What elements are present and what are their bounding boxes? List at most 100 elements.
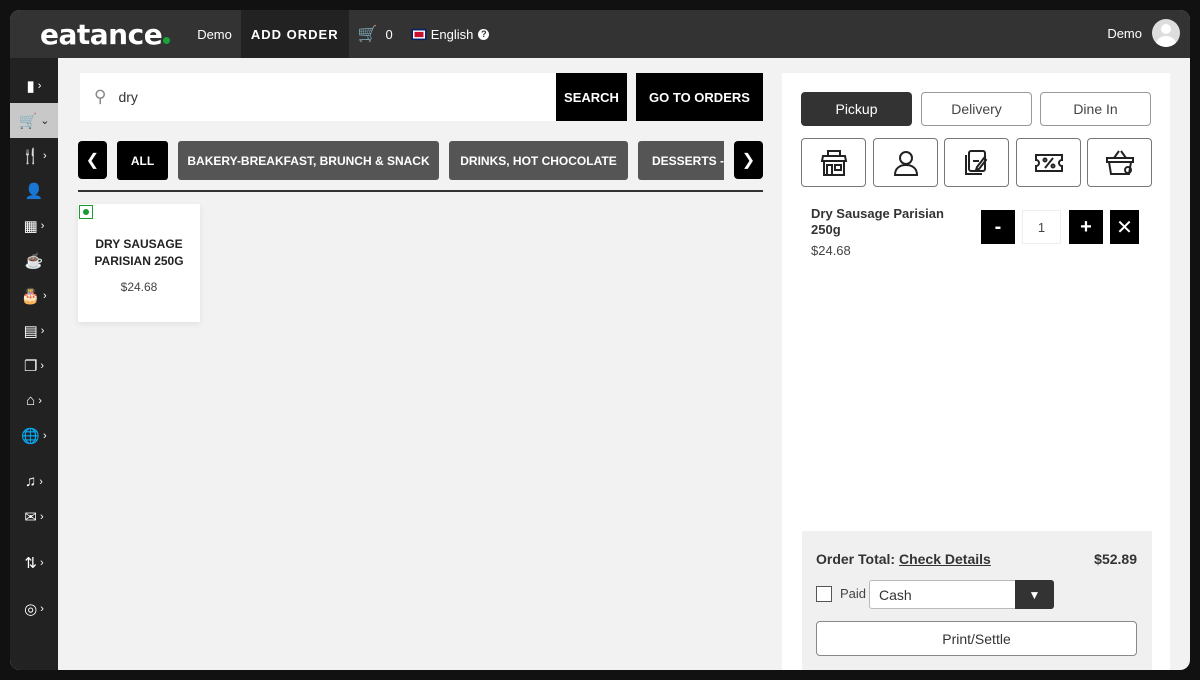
store-icon: ⌂ (26, 392, 36, 409)
support-icon: ◎ (24, 600, 38, 618)
chevron-left-icon: ❮ (85, 152, 100, 169)
payment-method-select[interactable]: Cash ▼ (869, 580, 1054, 609)
sidebar-item-utensils[interactable]: 🍴 › (10, 138, 58, 173)
chevron-right-icon: › (43, 429, 47, 442)
decrease-qty-button[interactable]: - (981, 210, 1015, 244)
sidebar-item-cart[interactable]: 🛒 ⌄ (10, 103, 58, 138)
chevron-right-icon: › (38, 394, 42, 407)
sidebar-item-calendar[interactable]: ▦ › (10, 208, 58, 243)
cart-icon: 🛒 (18, 112, 38, 130)
avatar (1152, 19, 1180, 47)
order-summary: Order Total: Check Details $52.89 Paid C… (802, 531, 1152, 670)
store-icon (820, 149, 847, 176)
category-drinks[interactable]: DRINKS, HOT CHOCOLATE (449, 141, 628, 180)
note-icon (964, 149, 987, 175)
product-price: $24.68 (120, 280, 158, 294)
go-to-orders-button[interactable]: GO TO ORDERS (636, 73, 763, 121)
mail-icon: ✉ (24, 508, 37, 526)
close-icon: ✕ (1116, 216, 1133, 239)
cart-icon: 🛒 (357, 26, 378, 43)
cart-item-name: Dry Sausage Parisian 250g (811, 206, 944, 237)
print-settle-button[interactable]: Print/Settle (816, 621, 1137, 656)
category-next-button[interactable]: ❯ (734, 141, 763, 179)
nav-demo[interactable]: Demo (188, 10, 241, 58)
sidebar-item-cup[interactable]: ☕ (10, 243, 58, 278)
chevron-right-icon: › (39, 510, 44, 523)
order-total-amount: $52.89 (1094, 551, 1137, 567)
category-bakery[interactable]: BAKERY-BREAKFAST, BRUNCH & SNACK (178, 141, 439, 180)
bar-chart-icon: ▮ (26, 77, 35, 95)
basket-button[interactable] (1087, 138, 1152, 187)
tab-pickup[interactable]: Pickup (801, 92, 912, 126)
chevron-right-icon: › (40, 359, 45, 372)
sidebar-item-store[interactable]: ⌂ › (10, 383, 58, 418)
cake-icon: 🎂 (21, 287, 40, 305)
chevron-right-icon: › (37, 79, 42, 92)
user-icon: 👤 (24, 182, 44, 200)
chevron-right-icon: › (43, 289, 47, 302)
chevron-right-icon: › (39, 475, 43, 488)
customer-button[interactable] (873, 138, 938, 187)
coupon-button[interactable] (1016, 138, 1081, 187)
sort-icon: ⇅ (24, 554, 37, 572)
sidebar-item-table[interactable]: ▤ › (10, 313, 58, 348)
paid-checkbox[interactable] (816, 586, 832, 602)
cup-icon: ☕ (24, 252, 44, 270)
quantity-input[interactable]: 1 (1022, 210, 1061, 244)
sidebar-item-media[interactable]: ♫ › (10, 464, 58, 499)
product-card[interactable]: DRY SAUSAGE PARISIAN 250G $24.68 (78, 204, 200, 322)
cart-button[interactable]: 🛒 0 (349, 10, 402, 58)
remove-item-button[interactable]: ✕ (1110, 210, 1139, 244)
sidebar: ▮ › 🛒 ⌄ 🍴 › 👤 ▦ › ☕ 🎂 › ▤ › ❐ › ⌂ › 🌐 › ♫ › ✉ › ⇅ › ◎ › (10, 58, 58, 670)
store-button[interactable] (801, 138, 866, 187)
category-desserts[interactable]: DESSERTS - (638, 141, 724, 180)
sidebar-item-sort[interactable]: ⇅ › (10, 545, 58, 580)
logo[interactable]: eatance (40, 18, 171, 51)
chevron-right-icon: › (40, 324, 45, 337)
check-details-link[interactable]: Check Details (899, 551, 991, 567)
sidebar-item-bar-chart[interactable]: ▮ › (10, 68, 58, 103)
user-menu[interactable]: Demo (1107, 19, 1180, 47)
increase-qty-button[interactable]: + (1069, 210, 1103, 244)
divider (78, 190, 763, 192)
media-icon: ♫ (25, 473, 37, 490)
calendar-icon: ▦ (23, 217, 38, 235)
cart-item-price: $24.68 (811, 243, 851, 258)
sidebar-item-support[interactable]: ◎ › (10, 591, 58, 626)
chevron-down-icon[interactable]: ▼ (1015, 580, 1054, 609)
category-prev-button[interactable]: ❮ (78, 141, 107, 179)
sidebar-item-globe[interactable]: 🌐 › (10, 418, 58, 453)
veg-indicator-icon (79, 205, 93, 219)
category-all[interactable]: ALL (117, 141, 168, 180)
sidebar-item-copy[interactable]: ❐ › (10, 348, 58, 383)
tab-delivery[interactable]: Delivery (921, 92, 1032, 126)
chevron-right-icon: › (40, 219, 45, 232)
chevron-right-icon: ❯ (741, 152, 756, 169)
search-bar: ⚲ (80, 73, 556, 121)
chevron-down-icon: ⌄ (40, 115, 50, 127)
language-selector[interactable]: English? (402, 10, 499, 58)
table-icon: ▤ (23, 322, 38, 340)
app-window: eatance Demo ADD ORDER 🛒 0 English? Demo … (10, 10, 1190, 670)
chevron-right-icon: › (43, 149, 47, 162)
search-icon: ⚲ (94, 87, 107, 106)
search-button[interactable]: SEARCH (556, 73, 627, 121)
customer-icon (893, 150, 918, 176)
coupon-icon (1034, 153, 1063, 172)
uk-flag-icon (411, 28, 427, 40)
sidebar-item-mail[interactable]: ✉ › (10, 499, 58, 534)
cart-count: 0 (385, 26, 393, 42)
search-input[interactable] (118, 89, 519, 105)
note-button[interactable] (944, 138, 1009, 187)
tab-dine-in[interactable]: Dine In (1040, 92, 1151, 126)
chevron-right-icon: › (40, 602, 44, 615)
sidebar-item-cake[interactable]: 🎂 › (10, 278, 58, 313)
nav-add-order[interactable]: ADD ORDER (240, 10, 349, 58)
utensils-icon: 🍴 (21, 147, 40, 165)
help-icon: ? (478, 28, 490, 40)
sidebar-item-user[interactable]: 👤 (10, 173, 58, 208)
paid-label: Paid (840, 586, 867, 601)
product-name: DRY SAUSAGE PARISIAN 250G (94, 237, 184, 268)
globe-icon: 🌐 (21, 427, 40, 445)
basket-icon (1105, 149, 1134, 175)
